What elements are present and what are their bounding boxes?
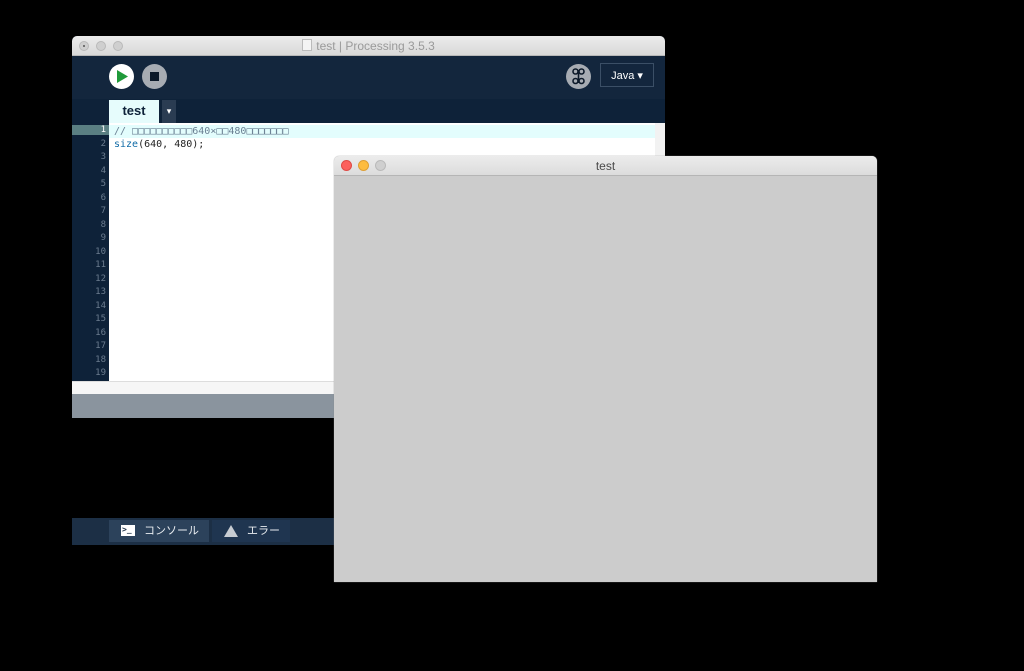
line-number: 3 bbox=[100, 152, 106, 162]
line-number: 11 bbox=[95, 260, 106, 270]
ide-titlebar[interactable]: test | Processing 3.5.3 bbox=[72, 36, 665, 56]
run-icon bbox=[117, 70, 128, 83]
sketch-window: test bbox=[334, 156, 877, 582]
ide-toolbar: Java ▾ bbox=[72, 56, 665, 99]
chevron-down-icon: ▾ bbox=[166, 106, 172, 116]
line-number: 16 bbox=[95, 327, 106, 338]
line-number: 19 bbox=[95, 368, 106, 378]
mode-selector[interactable]: Java ▾ bbox=[600, 63, 654, 87]
line-number: 9 bbox=[100, 233, 106, 243]
sketch-canvas[interactable] bbox=[334, 176, 877, 582]
line-number: 17 bbox=[95, 341, 106, 351]
console-tab[interactable]: コンソール bbox=[109, 519, 209, 542]
tab-menu-button[interactable]: ▾ bbox=[162, 100, 176, 123]
line-number: 2 bbox=[100, 138, 106, 149]
sketch-titlebar[interactable]: test bbox=[334, 156, 877, 176]
line-number: 6 bbox=[100, 192, 106, 203]
line-number: 5 bbox=[100, 179, 106, 189]
run-button[interactable] bbox=[109, 64, 134, 89]
code-line-comment: // □□□□□□□□□□640×□□480□□□□□□□ bbox=[114, 126, 289, 137]
line-number: 15 bbox=[95, 314, 106, 324]
tab-test[interactable]: test bbox=[109, 100, 159, 123]
keyword-size: size bbox=[114, 139, 139, 150]
warning-icon bbox=[224, 525, 238, 537]
debug-icon bbox=[572, 68, 585, 85]
console-tab-label: コンソール bbox=[144, 525, 199, 537]
line-number: 1 bbox=[72, 125, 109, 135]
line-number-gutter: 1 2 3 4 5 6 7 8 9 10 11 12 13 14 15 16 1… bbox=[72, 123, 109, 381]
line-number: 18 bbox=[95, 354, 106, 365]
debug-button[interactable] bbox=[566, 64, 591, 89]
line-number: 4 bbox=[100, 165, 106, 176]
line-number: 8 bbox=[100, 219, 106, 230]
line-number: 12 bbox=[95, 273, 106, 284]
file-icon bbox=[302, 39, 313, 51]
error-tab-label: エラー bbox=[247, 525, 280, 537]
line-number: 10 bbox=[95, 246, 106, 257]
sketch-title: test bbox=[595, 159, 616, 173]
ide-window-title: test | Processing 3.5.3 bbox=[72, 39, 665, 53]
code-line-size: size(640, 480); bbox=[114, 139, 205, 150]
editor-tabbar: test ▾ bbox=[72, 99, 665, 123]
ide-title-text: test | Processing 3.5.3 bbox=[316, 39, 435, 53]
stop-button[interactable] bbox=[142, 64, 167, 89]
error-tab[interactable]: エラー bbox=[212, 520, 290, 542]
line-number: 14 bbox=[95, 300, 106, 311]
line-number: 13 bbox=[95, 287, 106, 297]
line-number: 7 bbox=[100, 206, 106, 216]
console-icon bbox=[121, 519, 135, 541]
